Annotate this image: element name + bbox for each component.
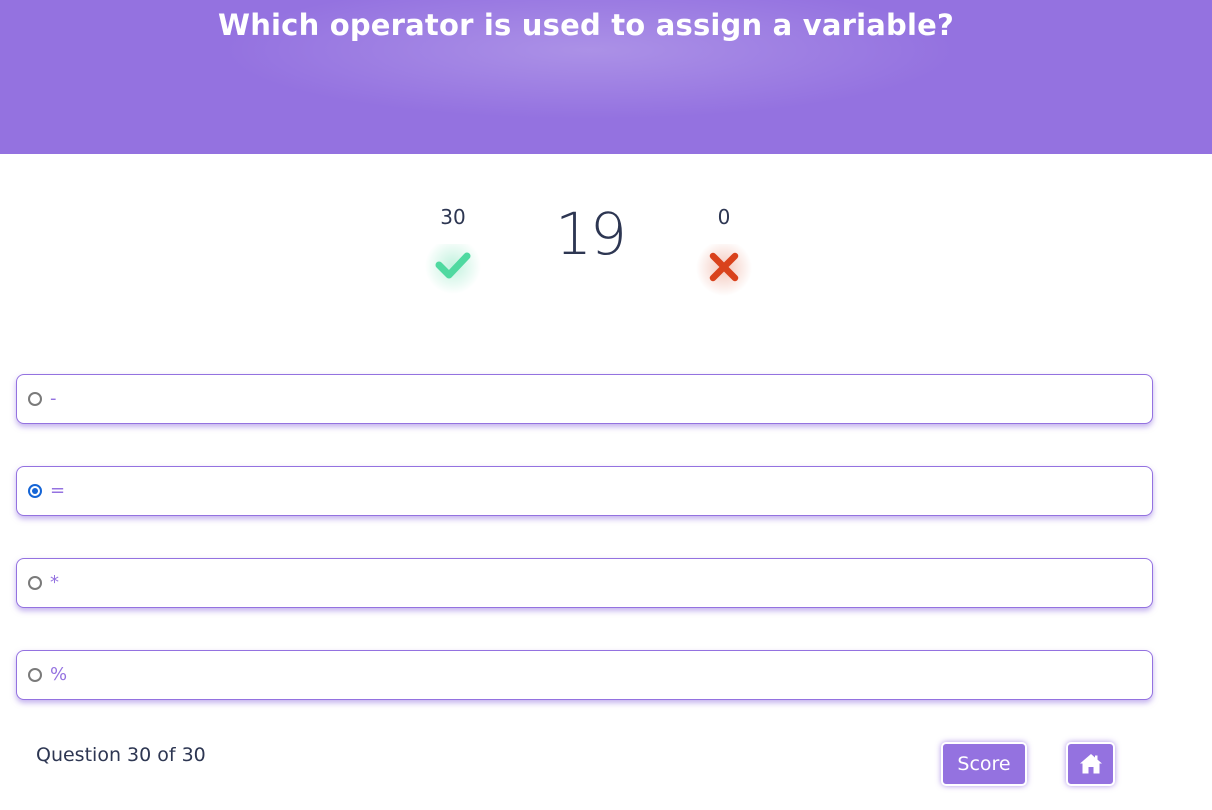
- answer-radio[interactable]: [28, 392, 42, 406]
- answer-radio-selected[interactable]: [28, 484, 42, 498]
- check-icon: [425, 244, 481, 294]
- answer-label: *: [50, 572, 59, 593]
- score-button[interactable]: Score: [941, 742, 1027, 786]
- question-progress: Question 30 of 30: [36, 744, 206, 766]
- answer-label: %: [50, 664, 68, 685]
- answer-option[interactable]: *: [16, 558, 1153, 608]
- question-title: Which operator is used to assign a varia…: [218, 8, 954, 42]
- wrong-score: 0: [684, 204, 764, 300]
- answer-option[interactable]: %: [16, 650, 1153, 700]
- question-header: Which operator is used to assign a varia…: [0, 0, 1212, 154]
- answer-radio[interactable]: [28, 576, 42, 590]
- cross-icon: [696, 244, 752, 296]
- answer-option[interactable]: =: [16, 466, 1153, 516]
- correct-score: 30: [413, 204, 493, 300]
- answer-label: -: [50, 388, 57, 409]
- correct-count: 30: [440, 205, 466, 229]
- wrong-count: 0: [717, 205, 731, 229]
- answer-radio[interactable]: [28, 668, 42, 682]
- home-button[interactable]: [1066, 742, 1115, 786]
- timer: 19: [555, 200, 627, 268]
- home-icon: [1079, 754, 1102, 774]
- answer-label: =: [50, 480, 66, 501]
- answer-option[interactable]: -: [16, 374, 1153, 424]
